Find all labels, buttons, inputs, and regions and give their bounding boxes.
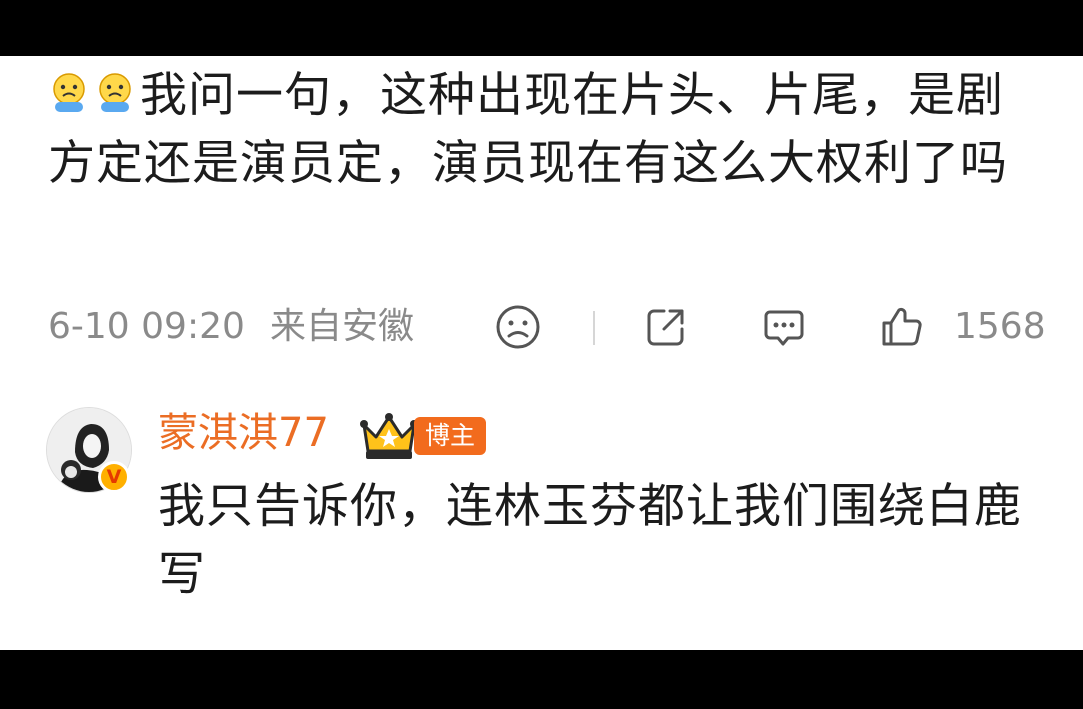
comment-body: 我问一句，这种出现在片头、片尾，是剧方定还是演员定，演员现在有这么大权利了吗 — [48, 62, 1008, 198]
worried-face-emoji-icon — [94, 71, 136, 115]
worried-face-emoji-icon — [48, 71, 90, 115]
like-count: 1568 — [954, 306, 1046, 347]
comment-icon[interactable] — [760, 303, 808, 351]
comment-text: 我问一句，这种出现在片头、片尾，是剧方定还是演员定，演员现在有这么大权利了吗 — [48, 68, 1008, 191]
verified-badge: V — [98, 461, 130, 493]
comment-meta-row: 6-10 09:20 来自安徽 1568 — [48, 299, 1048, 355]
share-icon[interactable] — [642, 303, 690, 351]
reply-username[interactable]: 蒙淇淇77 — [158, 405, 329, 461]
top-black-bar — [0, 0, 1083, 56]
comment-location: 来自安徽 — [270, 306, 415, 347]
reply-item: V 蒙淇淇77 博主 我只告诉你，连林玉芬都让我们围绕白鹿写 — [0, 401, 1083, 650]
bottom-black-bar — [0, 650, 1083, 709]
meta-divider — [593, 311, 595, 345]
reply-text: 我只告诉你，连林玉芬都让我们围绕白鹿写 — [158, 479, 1022, 602]
comment-timestamp: 6-10 09:20 — [48, 306, 245, 347]
role-badge: 博主 — [414, 417, 486, 455]
crown-level-icon — [358, 411, 420, 461]
thumbs-up-icon[interactable] — [878, 303, 926, 351]
comment-thread: 我问一句，这种出现在片头、片尾，是剧方定还是演员定，演员现在有这么大权利了吗 6… — [0, 56, 1083, 650]
frown-face-icon[interactable] — [494, 303, 542, 351]
